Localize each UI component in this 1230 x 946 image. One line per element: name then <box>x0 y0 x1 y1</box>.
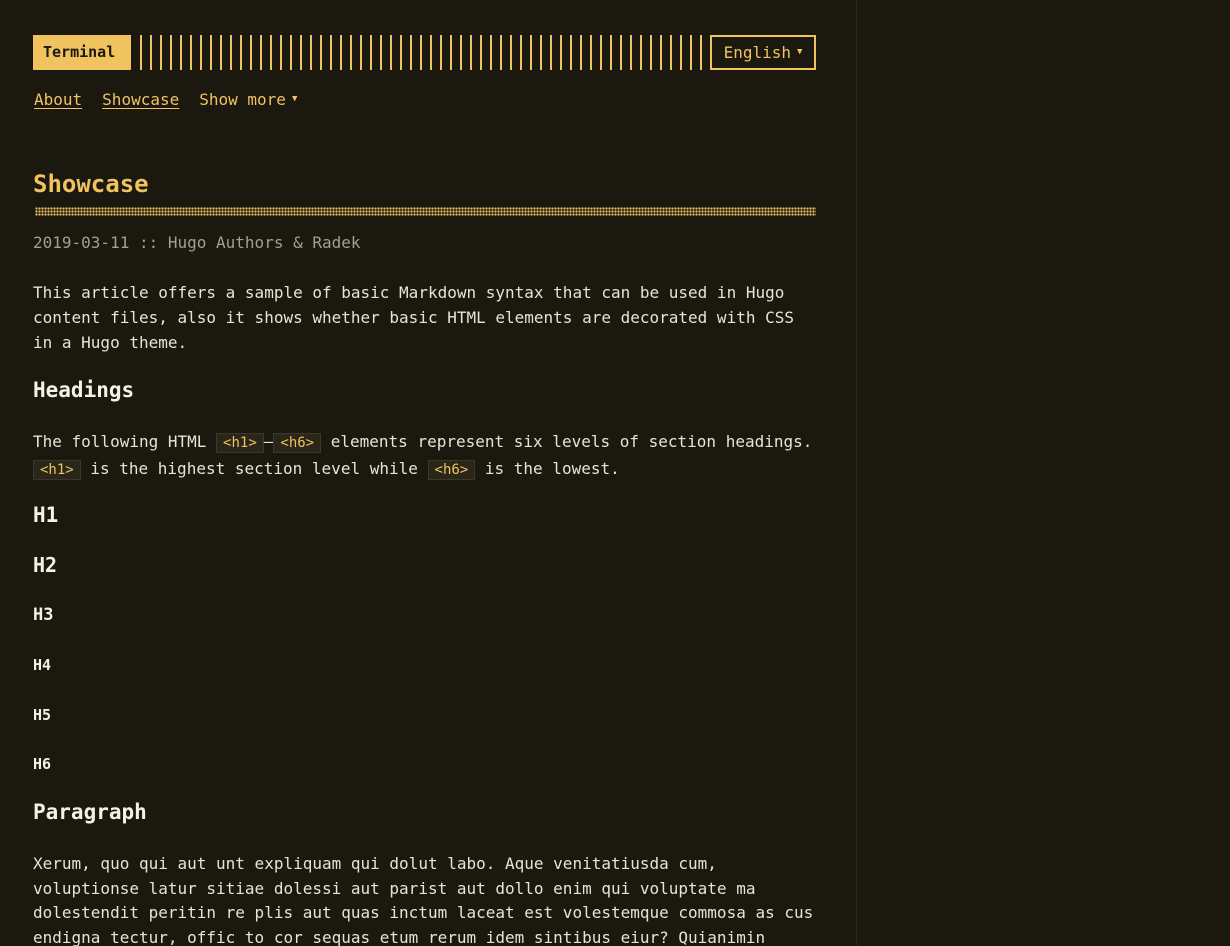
code-h1: <h1> <box>216 433 264 453</box>
post-intro: This article offers a sample of basic Ma… <box>33 283 794 352</box>
code-h1-2: <h1> <box>33 460 81 480</box>
post-title[interactable]: Showcase <box>33 170 149 198</box>
headings-description: The following HTML <h1> — <h6> elements re… <box>33 429 816 483</box>
sample-h2: H2 <box>33 553 58 577</box>
site-logo[interactable]: Terminal <box>33 34 131 70</box>
headings-text-part2: elements represent six levels of section… <box>330 432 813 451</box>
show-more-label: Show more <box>199 90 286 109</box>
language-selector[interactable]: English ▼ <box>710 34 816 70</box>
sample-h1: H1 <box>33 503 59 527</box>
chevron-down-icon: ▼ <box>291 94 298 104</box>
headings-text-part1: The following HTML <box>33 432 207 451</box>
sample-h4: H4 <box>33 656 52 674</box>
post-meta: 2019-03-11 :: Hugo Authors & Radek <box>33 233 361 252</box>
paragraph-section-title: Paragraph <box>33 800 147 824</box>
main-nav: About Showcase Show more ▼ <box>34 90 297 109</box>
site-header: Terminal English ▼ <box>33 34 816 70</box>
nav-item-showcase[interactable]: Showcase <box>102 90 179 109</box>
nav-item-about[interactable]: About <box>34 90 82 109</box>
content-divider <box>856 0 857 946</box>
sample-h6: H6 <box>33 755 52 773</box>
language-label: English <box>723 42 791 62</box>
headings-text-part4: is the lowest. <box>484 459 620 478</box>
headings-section-title: Headings <box>33 378 135 402</box>
title-underline <box>35 207 816 216</box>
headings-text-part3: is the highest section level while <box>90 459 418 478</box>
sample-h5: H5 <box>33 706 52 724</box>
dash: — <box>263 432 274 451</box>
paragraph-text: Xerum, quo qui aut unt expliquam qui dol… <box>33 854 814 946</box>
sample-h3: H3 <box>33 605 54 625</box>
chevron-down-icon: ▼ <box>797 46 803 57</box>
header-stripes <box>140 34 704 70</box>
code-h6-2: <h6> <box>427 460 476 480</box>
show-more-menu[interactable]: Show more ▼ <box>199 90 297 109</box>
code-h6: <h6> <box>273 433 322 453</box>
